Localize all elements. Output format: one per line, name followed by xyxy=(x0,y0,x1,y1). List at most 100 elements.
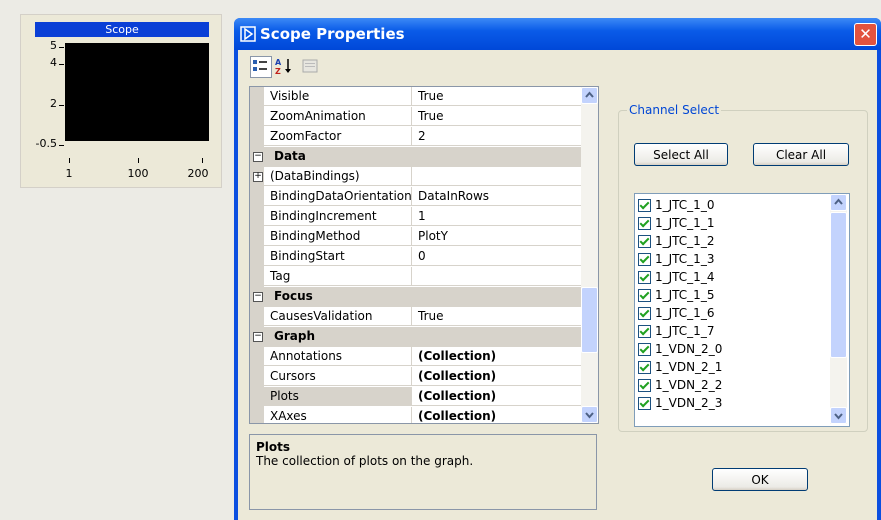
ok-button[interactable]: OK xyxy=(712,468,808,491)
property-row-bindingdataorientation[interactable]: BindingDataOrientation DataInRows xyxy=(250,187,585,207)
checkbox[interactable] xyxy=(638,397,651,410)
property-row-zoomanimation[interactable]: ZoomAnimation True xyxy=(250,107,585,127)
x-tick-mark xyxy=(69,158,70,163)
category-graph[interactable]: − Graph xyxy=(250,327,585,347)
category-data[interactable]: − Data xyxy=(250,147,585,167)
property-value[interactable] xyxy=(412,267,585,286)
x-tick-label: 1 xyxy=(65,167,73,180)
channel-label: 1_VDN_2_0 xyxy=(655,342,723,356)
svg-text:A: A xyxy=(275,58,282,67)
scroll-down-button[interactable] xyxy=(830,407,847,424)
scroll-up-button[interactable] xyxy=(830,194,847,211)
y-tick-label: -0.5 xyxy=(35,137,57,150)
channel-label: 1_JTC_1_6 xyxy=(655,306,715,320)
alphabetical-sort-icon: A Z xyxy=(275,58,291,76)
property-value[interactable]: True xyxy=(412,107,585,126)
scroll-down-button[interactable] xyxy=(581,406,598,423)
property-pages-button[interactable] xyxy=(300,56,320,76)
chevron-up-icon xyxy=(834,198,843,205)
scope-properties-dialog: Scope Properties ✕ A Z Visible True Zoom… xyxy=(234,18,881,520)
checkbox[interactable] xyxy=(638,253,651,266)
expand-icon[interactable]: + xyxy=(253,172,263,182)
grid-margin xyxy=(250,227,264,247)
scroll-thumb[interactable] xyxy=(830,212,847,358)
property-row-bindingincrement[interactable]: BindingIncrement 1 xyxy=(250,207,585,227)
x-tick-label: 200 xyxy=(187,167,209,180)
grid-margin xyxy=(250,387,264,407)
channel-list-scrollbar[interactable] xyxy=(830,194,847,424)
checkbox[interactable] xyxy=(638,361,651,374)
collapse-icon[interactable]: − xyxy=(253,292,263,302)
property-row-cursors[interactable]: Cursors (Collection) xyxy=(250,367,585,387)
property-grid[interactable]: Visible True ZoomAnimation True ZoomFact… xyxy=(249,86,599,424)
categorized-button[interactable] xyxy=(250,56,272,78)
svg-text:Z: Z xyxy=(275,67,281,76)
property-value[interactable]: (Collection) xyxy=(412,367,585,386)
category-focus[interactable]: − Focus xyxy=(250,287,585,307)
property-value[interactable]: True xyxy=(412,87,585,106)
property-value[interactable] xyxy=(412,167,585,186)
property-row-databindings[interactable]: + (DataBindings) xyxy=(250,167,585,187)
y-tick-mark xyxy=(59,145,64,146)
category-label: Data xyxy=(274,149,306,163)
grid-scrollbar[interactable] xyxy=(581,87,598,423)
property-name: ZoomAnimation xyxy=(264,107,412,126)
y-tick-mark xyxy=(59,105,64,106)
clear-all-button[interactable]: Clear All xyxy=(753,143,849,166)
property-value[interactable]: (Collection) xyxy=(412,407,585,423)
checkbox[interactable] xyxy=(638,325,651,338)
scope-plot-area[interactable] xyxy=(65,43,209,141)
property-row-tag[interactable]: Tag xyxy=(250,267,585,287)
description-title: Plots xyxy=(256,440,291,454)
grid-margin xyxy=(250,107,264,127)
scroll-thumb[interactable] xyxy=(581,287,598,353)
property-row-bindingmethod[interactable]: BindingMethod PlotY xyxy=(250,227,585,247)
property-value[interactable]: 0 xyxy=(412,247,585,266)
grid-margin xyxy=(250,127,264,147)
checkbox[interactable] xyxy=(638,217,651,230)
collapse-icon[interactable]: − xyxy=(253,152,263,162)
property-value[interactable]: True xyxy=(412,307,585,326)
dialog-titlebar[interactable]: Scope Properties ✕ xyxy=(234,18,881,50)
checkbox[interactable] xyxy=(638,379,651,392)
property-row-visible[interactable]: Visible True xyxy=(250,87,585,107)
checkbox[interactable] xyxy=(638,343,651,356)
property-row-xaxes[interactable]: XAxes (Collection) xyxy=(250,407,585,423)
property-name: BindingMethod xyxy=(264,227,412,246)
checkbox[interactable] xyxy=(638,235,651,248)
property-value[interactable]: 2 xyxy=(412,127,585,146)
property-name: Tag xyxy=(264,267,412,286)
checkbox[interactable] xyxy=(638,271,651,284)
checkbox[interactable] xyxy=(638,289,651,302)
y-tick-label: 4 xyxy=(50,56,57,69)
property-row-bindingstart[interactable]: BindingStart 0 xyxy=(250,247,585,267)
property-name: Annotations xyxy=(264,347,412,366)
property-name: BindingDataOrientation xyxy=(264,187,412,206)
property-name: Cursors xyxy=(264,367,412,386)
grid-margin xyxy=(250,187,264,207)
description-text: The collection of plots on the graph. xyxy=(256,454,474,468)
property-row-zoomfactor[interactable]: ZoomFactor 2 xyxy=(250,127,585,147)
close-button[interactable]: ✕ xyxy=(854,23,877,46)
property-name: Plots xyxy=(264,387,412,406)
checkbox[interactable] xyxy=(638,307,651,320)
select-all-button[interactable]: Select All xyxy=(634,143,728,166)
x-tick-mark xyxy=(138,158,139,163)
grid-margin xyxy=(250,247,264,267)
scroll-up-button[interactable] xyxy=(581,87,598,104)
checkbox[interactable] xyxy=(638,199,651,212)
alphabetical-button[interactable]: A Z xyxy=(274,56,294,76)
property-value[interactable]: DataInRows xyxy=(412,187,585,206)
property-row-causesvalidation[interactable]: CausesValidation True xyxy=(250,307,585,327)
property-value[interactable]: (Collection) xyxy=(412,387,585,406)
property-value[interactable]: PlotY xyxy=(412,227,585,246)
collapse-icon[interactable]: − xyxy=(253,332,263,342)
channel-list[interactable]: 1_JTC_1_0 1_JTC_1_1 1_JTC_1_2 1_JTC_1_3 … xyxy=(634,193,850,427)
property-row-annotations[interactable]: Annotations (Collection) xyxy=(250,347,585,367)
property-row-plots[interactable]: Plots (Collection) xyxy=(250,387,585,407)
property-value[interactable]: (Collection) xyxy=(412,347,585,366)
grid-margin xyxy=(250,267,264,287)
property-value[interactable]: 1 xyxy=(412,207,585,226)
categorized-icon xyxy=(253,60,267,71)
grid-margin xyxy=(250,367,264,387)
